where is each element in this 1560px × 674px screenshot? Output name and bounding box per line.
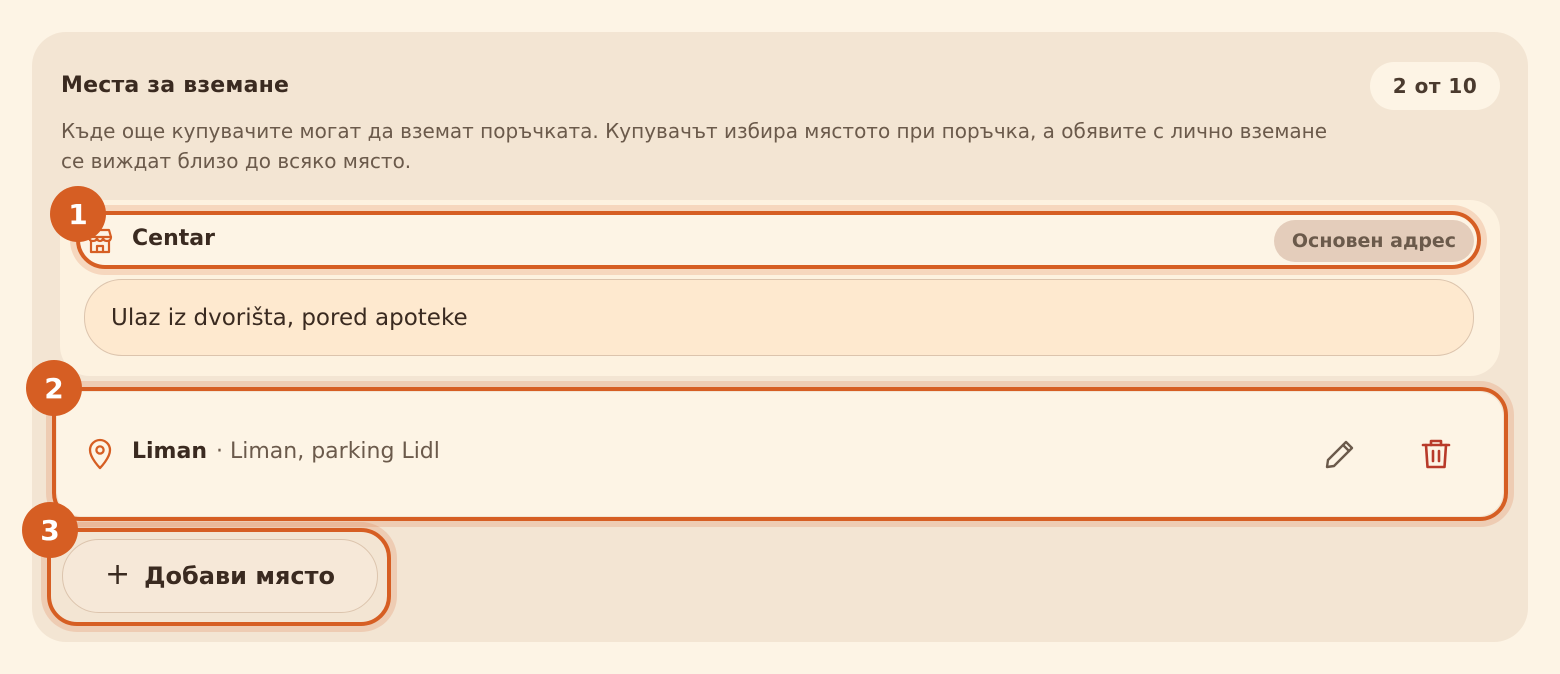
marker-2: 2	[26, 360, 82, 416]
highlight-box-2	[52, 387, 1508, 521]
marker-1: 1	[50, 186, 106, 242]
section-description: Къде още купувачите могат да вземат поръ…	[61, 119, 1328, 173]
highlight-box-1	[76, 211, 1481, 269]
highlight-box-3	[47, 528, 391, 626]
marker-3: 3	[22, 502, 78, 558]
section-title: Места за вземане	[61, 73, 290, 98]
locations-counter-badge: 2 от 10	[1370, 62, 1500, 110]
location-note-input[interactable]: Ulaz iz dvorišta, pored apoteke	[84, 279, 1474, 356]
